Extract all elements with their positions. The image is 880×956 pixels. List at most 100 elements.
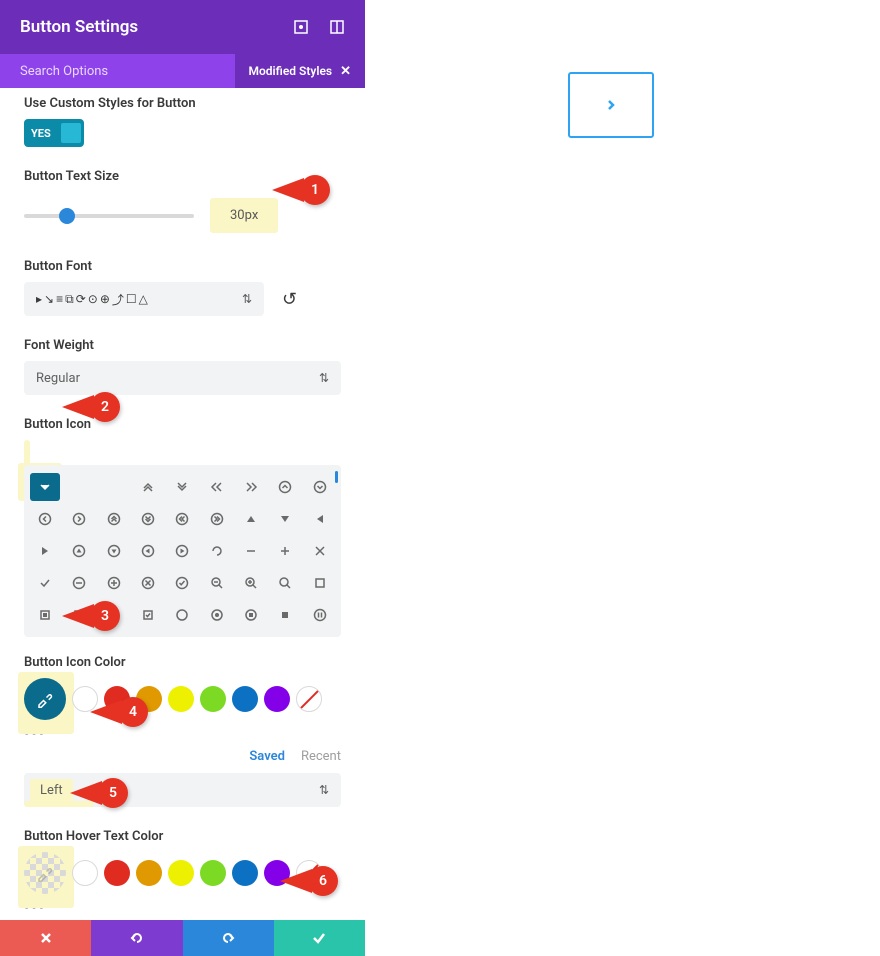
icon-circle-dbl-left[interactable] <box>167 505 197 533</box>
icon-caret-right[interactable] <box>30 537 60 565</box>
grid-scroll-indicator <box>335 471 338 483</box>
icon-circle-check[interactable] <box>167 569 197 597</box>
icon-search[interactable] <box>270 569 300 597</box>
swatch-blue[interactable] <box>232 860 258 886</box>
icon-circle-chevrons-down[interactable] <box>133 505 163 533</box>
swatch-blue[interactable] <box>232 686 258 712</box>
icon-square-check[interactable] <box>133 601 163 629</box>
icon-blank[interactable] <box>64 473 94 501</box>
swatch-none[interactable] <box>296 860 322 886</box>
icon-minus[interactable] <box>236 537 266 565</box>
settings-panel: Button Settings Search Options Modified … <box>0 0 365 956</box>
icon-stop[interactable] <box>270 601 300 629</box>
font-weight-select[interactable]: Regular ⇅ <box>24 361 341 395</box>
icon-plus[interactable] <box>270 537 300 565</box>
swatch-yellow[interactable] <box>168 686 194 712</box>
toggle-yes: YES <box>31 127 51 140</box>
swatch-red[interactable] <box>104 860 130 886</box>
reset-font-icon[interactable]: ↺ <box>282 289 297 310</box>
cancel-button[interactable] <box>0 920 91 956</box>
icon-color-picker[interactable] <box>24 678 66 720</box>
hover-color-picker[interactable] <box>24 852 66 894</box>
footer-actions <box>0 920 365 956</box>
icon-placement-value: Left <box>30 779 73 802</box>
icon-record[interactable] <box>236 601 266 629</box>
icon-circle-x[interactable] <box>133 569 163 597</box>
icon-zoom-in[interactable] <box>236 569 266 597</box>
icon-circle[interactable] <box>167 601 197 629</box>
swatch-orange[interactable] <box>136 860 162 886</box>
icon-square[interactable] <box>305 569 335 597</box>
icon-radio[interactable] <box>202 601 232 629</box>
modified-styles-tag[interactable]: Modified Styles ✕ <box>235 54 366 88</box>
icon-circle-dbl-right[interactable] <box>202 505 232 533</box>
swatch-white[interactable] <box>72 686 98 712</box>
icon-circle-plus[interactable] <box>99 569 129 597</box>
font-label: Button Font <box>24 259 341 274</box>
icon-circle-minus[interactable] <box>64 569 94 597</box>
swatch-green[interactable] <box>200 860 226 886</box>
swatch-red[interactable] <box>104 686 130 712</box>
icon-circle-up[interactable] <box>270 473 300 501</box>
icon-blank[interactable] <box>99 473 129 501</box>
icon-caret-down[interactable] <box>270 505 300 533</box>
swatch-green[interactable] <box>200 686 226 712</box>
icon-quote-right[interactable] <box>236 473 266 501</box>
icon-circle-caret-down[interactable] <box>99 537 129 565</box>
preview-button[interactable] <box>568 72 654 138</box>
icon-square-minus[interactable] <box>64 601 94 629</box>
icon-circle-chevrons-up[interactable] <box>99 505 129 533</box>
icon-circle-right[interactable] <box>64 505 94 533</box>
icon-square-filled[interactable] <box>30 601 60 629</box>
icon-caret-up[interactable] <box>236 505 266 533</box>
slider-thumb[interactable] <box>59 208 75 224</box>
icon-zoom-out[interactable] <box>202 569 232 597</box>
swatch-none[interactable] <box>296 686 322 712</box>
chevron-updown-icon: ⇅ <box>319 371 329 385</box>
font-weight-value: Regular <box>36 371 80 386</box>
icon-chevrons-down[interactable] <box>167 473 197 501</box>
swatch-white[interactable] <box>72 860 98 886</box>
text-size-value[interactable]: 30px <box>222 204 266 227</box>
swatch-yellow[interactable] <box>168 860 194 886</box>
redo-button[interactable] <box>183 920 274 956</box>
icon-pause[interactable] <box>305 601 335 629</box>
recent-tab[interactable]: Recent <box>301 749 341 764</box>
panel-title: Button Settings <box>20 17 138 37</box>
icon-square-plus[interactable] <box>99 601 129 629</box>
custom-styles-toggle[interactable]: YES <box>24 119 84 147</box>
search-input[interactable]: Search Options <box>20 64 108 79</box>
icon-close[interactable] <box>305 537 335 565</box>
chevron-updown-icon: ⇅ <box>319 783 329 797</box>
tag-label: Modified Styles <box>249 64 333 78</box>
focus-icon[interactable] <box>293 19 309 35</box>
settings-scroll[interactable]: Use Custom Styles for Button YES Button … <box>0 88 365 920</box>
text-size-slider[interactable] <box>24 214 194 218</box>
save-button[interactable] <box>274 920 365 956</box>
font-select[interactable]: ▸↘≡⧉⟳⊙⊕⤴☐△ ⇅ <box>24 282 264 316</box>
icon-quote-left[interactable] <box>202 473 232 501</box>
icon-circle-caret-left[interactable] <box>133 537 163 565</box>
swatch-purple[interactable] <box>264 686 290 712</box>
swatch-orange[interactable] <box>136 686 162 712</box>
icon-circle-caret-up[interactable] <box>64 537 94 565</box>
icon-check[interactable] <box>30 569 60 597</box>
icon-circle-down[interactable] <box>305 473 335 501</box>
undo-button[interactable] <box>91 920 182 956</box>
icon-label: Button Icon <box>24 417 341 432</box>
layout-icon[interactable] <box>329 19 345 35</box>
icon-circle-caret-right[interactable] <box>167 537 197 565</box>
swatch-purple[interactable] <box>264 860 290 886</box>
icon-color-label: Button Icon Color <box>24 655 341 670</box>
preview-area <box>365 0 880 956</box>
icon-circle-left[interactable] <box>30 505 60 533</box>
icon-undo[interactable] <box>202 537 232 565</box>
icon-grid[interactable] <box>24 465 341 637</box>
icon-chevron-down[interactable] <box>30 473 60 501</box>
close-icon[interactable]: ✕ <box>340 64 351 79</box>
icon-chevrons-up[interactable] <box>133 473 163 501</box>
text-size-label: Button Text Size <box>24 169 341 184</box>
icon-caret-left[interactable] <box>305 505 335 533</box>
tabbar: Search Options Modified Styles ✕ <box>0 54 365 88</box>
saved-tab[interactable]: Saved <box>249 749 285 764</box>
